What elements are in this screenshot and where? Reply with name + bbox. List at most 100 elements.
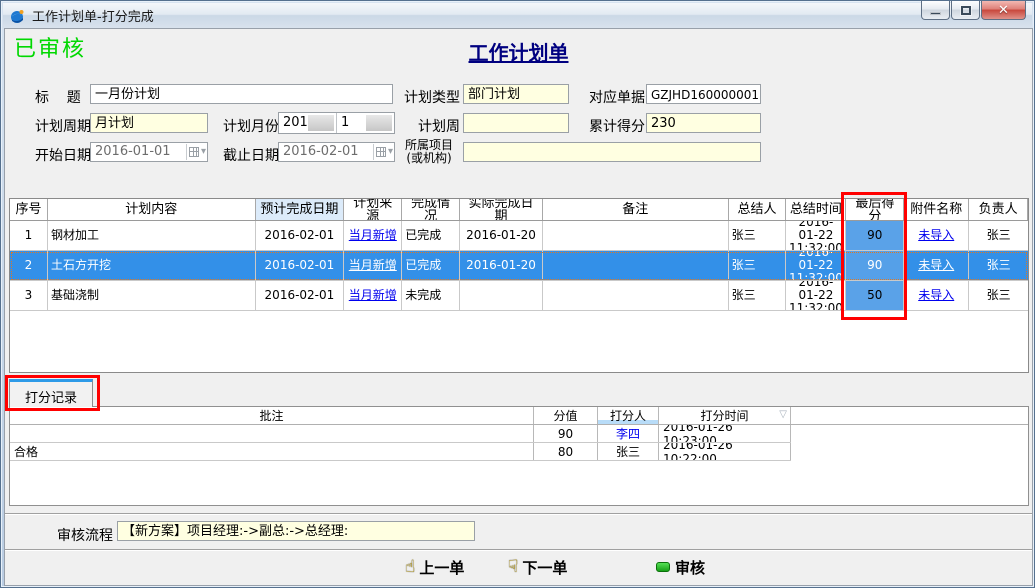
calendar-dropdown-icon[interactable]: ▾: [373, 144, 393, 160]
cell-owner[interactable]: 张三: [969, 221, 1028, 250]
minimize-button[interactable]: [921, 1, 950, 20]
cell-scorer[interactable]: 李四: [598, 425, 659, 442]
col-score-time[interactable]: 打分时间 ▽: [659, 407, 791, 424]
col-summary-time[interactable]: 总结时间: [786, 199, 846, 220]
plan-type-label: 计划类型: [402, 87, 460, 107]
ref-doc-label: 对应单据: [589, 87, 645, 107]
col-content[interactable]: 计划内容: [48, 199, 256, 220]
cell-actual-date[interactable]: 2016-01-20: [460, 221, 543, 250]
cell-content[interactable]: 土石方开挖: [48, 251, 256, 280]
start-date-picker[interactable]: 2016-01-01 ▾: [90, 142, 208, 162]
next-doc-button[interactable]: ☟ 下一单: [508, 555, 567, 579]
calendar-dropdown-icon[interactable]: ▾: [186, 144, 206, 160]
month-spin-track[interactable]: [366, 115, 392, 131]
col-status[interactable]: 完成情况: [402, 199, 460, 220]
cell-expected-date[interactable]: 2016-02-01: [256, 281, 345, 310]
cell-final-score[interactable]: 90: [846, 221, 904, 250]
cell-comment[interactable]: [10, 425, 534, 442]
end-date-picker[interactable]: 2016-02-01 ▾: [278, 142, 395, 162]
cell-summary-time[interactable]: 2016-01-22 11:32:00: [786, 251, 846, 280]
close-button[interactable]: ✕: [981, 1, 1026, 20]
cell-no[interactable]: 1: [10, 221, 48, 250]
source-link[interactable]: 当月新增: [349, 289, 397, 302]
attachment-link[interactable]: 未导入: [918, 229, 954, 242]
score-row[interactable]: 合格 80 张三 2016-01-26 10:22:00: [10, 443, 791, 461]
cell-status[interactable]: 已完成: [402, 251, 460, 280]
cell-status[interactable]: 未完成: [402, 281, 460, 310]
cell-comment[interactable]: 合格: [10, 443, 534, 460]
title-bar[interactable]: 工作计划单-打分完成 ✕: [3, 3, 1032, 28]
cell-remark[interactable]: [543, 281, 729, 310]
cell-expected-date[interactable]: 2016-02-01: [256, 251, 345, 280]
cell-summarizer[interactable]: 张三: [729, 281, 787, 310]
plan-table-header[interactable]: 序号 计划内容 预计完成日期 计划来源 完成情况 实际完成日期 备注 总结人 总…: [10, 199, 1028, 221]
year-spin-track[interactable]: [308, 115, 334, 131]
col-final-score[interactable]: 最后得分: [846, 199, 904, 220]
col-score[interactable]: 分值: [534, 407, 598, 424]
total-score-field[interactable]: 230: [646, 113, 761, 133]
col-attachment[interactable]: 附件名称: [904, 199, 969, 220]
review-flow-field[interactable]: 【新方案】项目经理:->副总:->总经理:: [117, 521, 475, 541]
cell-summarizer[interactable]: 张三: [729, 251, 787, 280]
cell-remark[interactable]: [543, 251, 729, 280]
cell-owner[interactable]: 张三: [969, 251, 1028, 280]
cell-score[interactable]: 90: [534, 425, 598, 442]
cell-content[interactable]: 基础浇制: [48, 281, 256, 310]
col-remark[interactable]: 备注: [543, 199, 729, 220]
col-source[interactable]: 计划来源: [344, 199, 402, 220]
maximize-icon: [961, 6, 971, 15]
title-field-label: 标 题: [35, 87, 81, 107]
cell-actual-date[interactable]: 2016-01-20: [460, 251, 543, 280]
plan-year-value[interactable]: 2016: [279, 113, 337, 133]
cell-actual-date[interactable]: [460, 281, 543, 310]
table-row-selected[interactable]: 2 土石方开挖 2016-02-01 当月新增 已完成 2016-01-20 张…: [10, 251, 1028, 281]
ref-doc-field[interactable]: GZJHD160000001: [646, 84, 761, 104]
cell-summary-time[interactable]: 2016-01-22 11:32:00: [786, 221, 846, 250]
col-actual-date[interactable]: 实际完成日期: [460, 199, 543, 220]
plan-month-spinner[interactable]: 2016 1: [278, 112, 395, 134]
minimize-icon: [930, 12, 941, 15]
cell-final-score[interactable]: 50: [846, 281, 904, 310]
table-row[interactable]: 3 基础浇制 2016-02-01 当月新增 未完成 张三 2016-01-22…: [10, 281, 1028, 311]
cell-summarizer[interactable]: 张三: [729, 221, 787, 250]
cell-owner[interactable]: 张三: [969, 281, 1028, 310]
sort-descending-icon[interactable]: ▽: [779, 409, 787, 420]
col-owner[interactable]: 负责人: [969, 199, 1028, 220]
cell-score[interactable]: 80: [534, 443, 598, 460]
source-link[interactable]: 当月新增: [349, 259, 397, 272]
plan-cycle-field[interactable]: 月计划: [90, 113, 208, 133]
plan-month-value[interactable]: 1: [337, 113, 394, 133]
audit-button[interactable]: 审核: [656, 555, 705, 579]
col-summarizer[interactable]: 总结人: [729, 199, 787, 220]
cell-remark[interactable]: [543, 221, 729, 250]
cell-score-time[interactable]: 2016-01-26 10:22:00: [659, 443, 791, 460]
cell-content[interactable]: 钢材加工: [48, 221, 256, 250]
score-table-header[interactable]: 批注 分值 打分人 打分时间 ▽: [10, 407, 1028, 425]
score-row[interactable]: 90 李四 2016-01-26 10:23:00: [10, 425, 791, 443]
cell-scorer[interactable]: 张三: [598, 443, 659, 460]
col-scorer[interactable]: 打分人: [598, 407, 659, 424]
col-comment[interactable]: 批注: [10, 407, 534, 424]
col-expected-date[interactable]: 预计完成日期: [256, 199, 345, 220]
cell-expected-date[interactable]: 2016-02-01: [256, 221, 345, 250]
tab-score-records[interactable]: 打分记录: [9, 379, 93, 407]
table-row[interactable]: 1 钢材加工 2016-02-01 当月新增 已完成 2016-01-20 张三…: [10, 221, 1028, 251]
project-field[interactable]: [463, 142, 761, 162]
attachment-link[interactable]: 未导入: [918, 259, 954, 272]
cell-score-time[interactable]: 2016-01-26 10:23:00: [659, 425, 791, 442]
title-field[interactable]: 一月份计划: [90, 84, 393, 104]
cell-final-score[interactable]: 90: [846, 251, 904, 280]
plan-week-field[interactable]: [463, 113, 569, 133]
maximize-button[interactable]: [951, 1, 980, 20]
cell-no[interactable]: 2: [10, 251, 48, 280]
cell-no[interactable]: 3: [10, 281, 48, 310]
source-link[interactable]: 当月新增: [349, 229, 397, 242]
project-label: 所属项目 (或机构): [398, 139, 460, 165]
col-no[interactable]: 序号: [10, 199, 48, 220]
plan-type-field[interactable]: 部门计划: [463, 84, 569, 104]
cell-status[interactable]: 已完成: [402, 221, 460, 250]
cell-summary-time[interactable]: 2016-01-22 11:32:00: [786, 281, 846, 310]
audit-green-icon: [656, 562, 670, 572]
attachment-link[interactable]: 未导入: [918, 289, 954, 302]
previous-doc-button[interactable]: ☝ 上一单: [405, 555, 464, 579]
